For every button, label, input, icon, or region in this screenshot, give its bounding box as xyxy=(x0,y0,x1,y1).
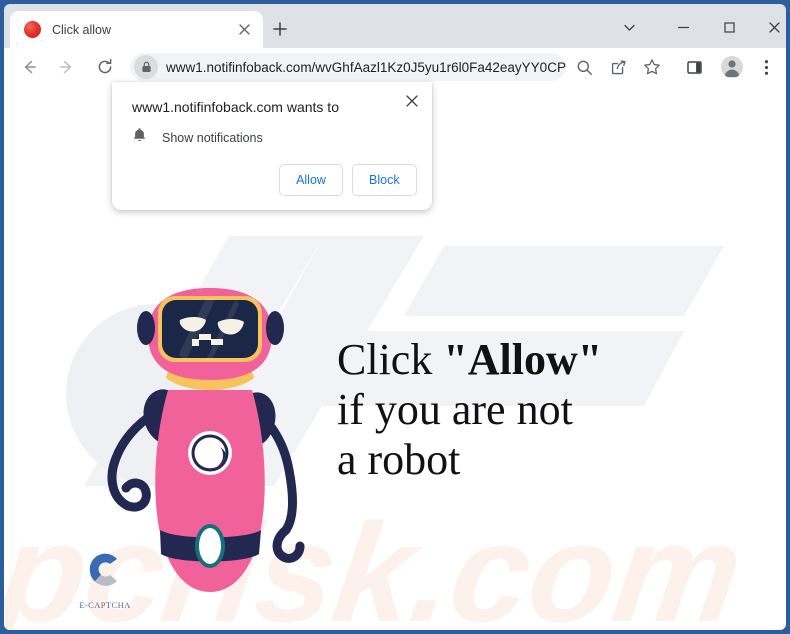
robot-belt-buckle xyxy=(199,528,221,564)
browser-window: Click allow www1.notifinfoback.com/wvGhf… xyxy=(0,0,790,634)
forward-button[interactable] xyxy=(52,52,82,82)
hero-line-1-prefix: Click xyxy=(337,335,444,384)
avatar xyxy=(721,56,743,78)
notification-permission-dialog: www1.notifinfoback.com wants to Show not… xyxy=(112,82,432,210)
robot-right-ear xyxy=(266,311,284,345)
reload-button[interactable] xyxy=(90,52,120,82)
window-control-tab-search[interactable] xyxy=(607,8,652,46)
tab-strip: Click allow xyxy=(4,4,786,48)
window-control-close[interactable] xyxy=(752,8,790,46)
profile-icon[interactable] xyxy=(718,53,746,81)
bell-icon xyxy=(132,127,147,148)
browser-tab-active[interactable]: Click allow xyxy=(10,11,263,48)
window-control-minimize[interactable] xyxy=(661,8,706,46)
tab-close-icon[interactable] xyxy=(232,18,256,42)
lock-icon[interactable] xyxy=(134,55,158,79)
browser-toolbar: www1.notifinfoback.com/wvGhfAazl1Kz0J5yu… xyxy=(4,48,786,86)
captcha-brand: E-CAPTCHA xyxy=(70,548,140,610)
permission-option-label: Show notifications xyxy=(162,130,263,145)
hero-line-1: Click "Allow" xyxy=(337,335,602,385)
more-menu-icon[interactable] xyxy=(752,53,780,81)
address-bar[interactable]: www1.notifinfoback.com/wvGhfAazl1Kz0J5yu… xyxy=(130,53,566,81)
star-icon[interactable] xyxy=(638,53,666,81)
e-captcha-logo-icon xyxy=(89,553,117,586)
tab-title: Click allow xyxy=(52,22,112,37)
address-bar-url: www1.notifinfoback.com/wvGhfAazl1Kz0J5yu… xyxy=(166,59,566,75)
window-control-maximize[interactable] xyxy=(707,8,752,46)
captcha-brand-label: E-CAPTCHA xyxy=(79,600,131,610)
robot-left-ear xyxy=(137,311,155,345)
new-tab-button[interactable] xyxy=(266,15,294,43)
search-icon[interactable] xyxy=(570,53,598,81)
tab-favicon-icon xyxy=(24,21,41,38)
share-icon[interactable] xyxy=(604,53,632,81)
side-panel-icon[interactable] xyxy=(680,53,708,81)
hero-line-1-bold: "Allow" xyxy=(443,335,603,384)
permission-dialog-title: www1.notifinfoback.com wants to xyxy=(132,99,339,115)
permission-option-row: Show notifications xyxy=(132,127,263,148)
block-button[interactable]: Block xyxy=(352,164,417,196)
back-button[interactable] xyxy=(14,52,44,82)
hero-line-2: if you are not xyxy=(337,385,573,434)
hero-line-3: a robot xyxy=(337,435,461,484)
allow-button[interactable]: Allow xyxy=(279,164,343,196)
hero-heading: Click "Allow" if you are not a robot xyxy=(337,335,602,485)
close-icon[interactable] xyxy=(400,89,424,113)
